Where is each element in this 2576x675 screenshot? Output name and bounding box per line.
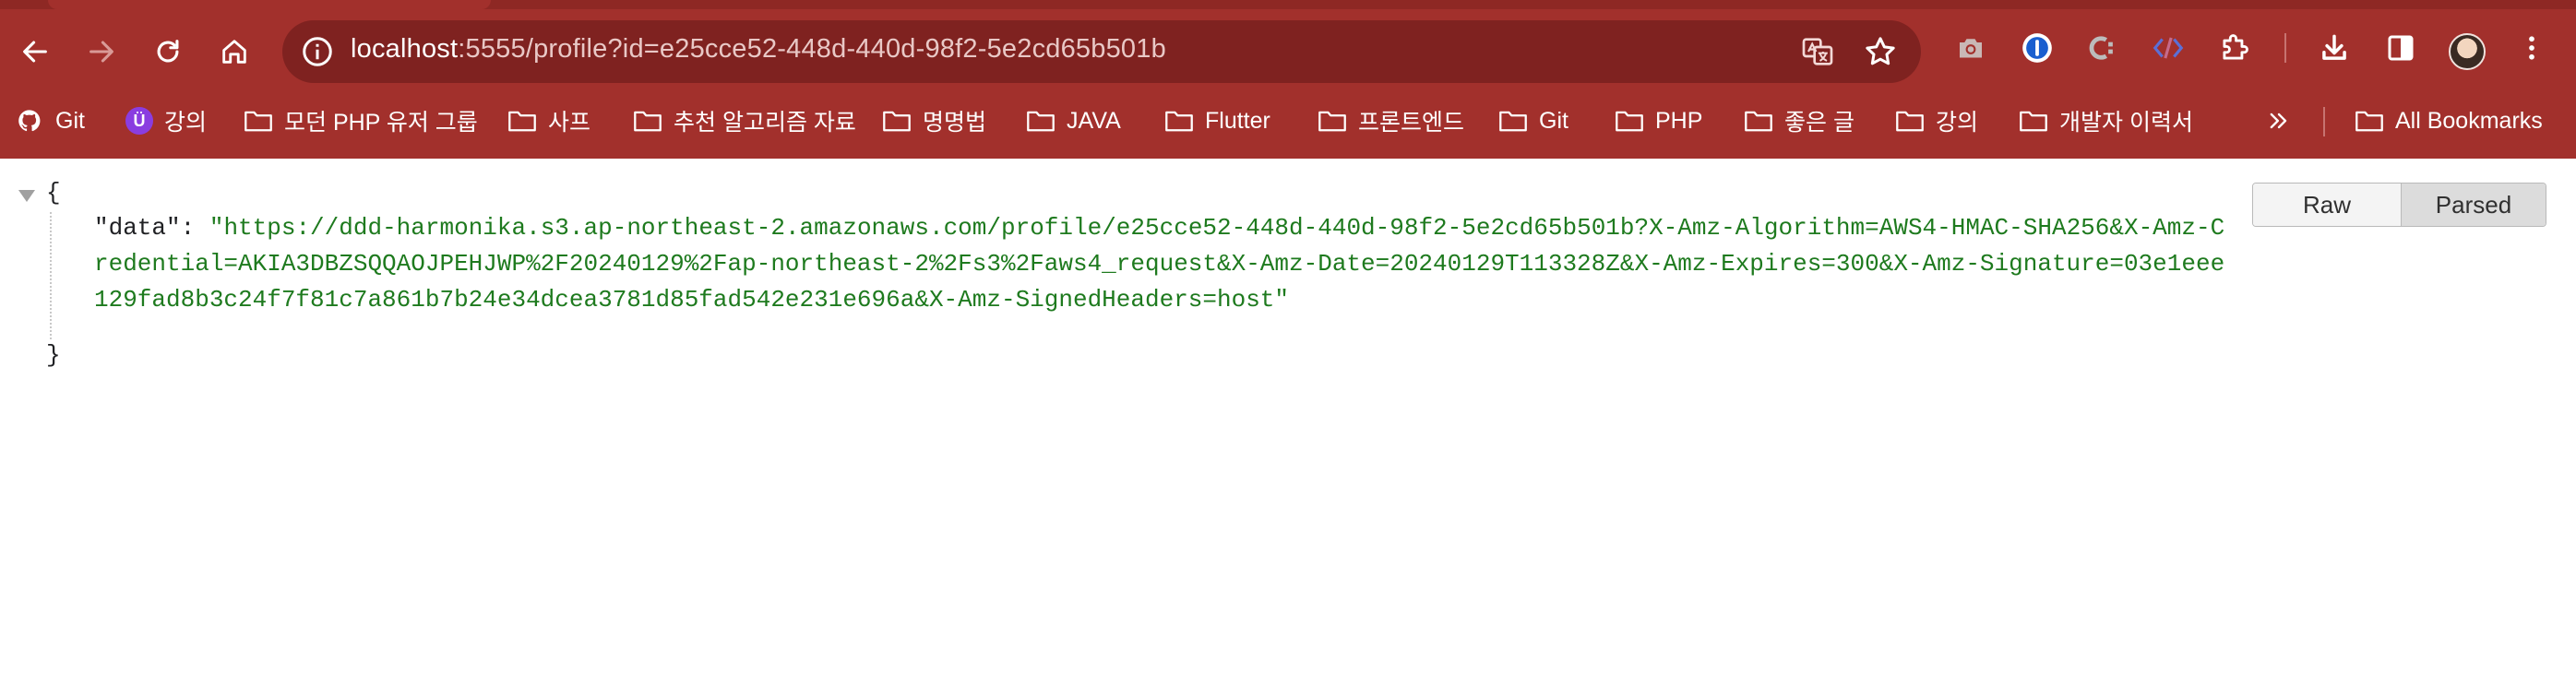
bookmark-label: 모던 PHP 유저 그룹	[284, 110, 478, 136]
bookmark-folder[interactable]: 프론트엔드	[1318, 103, 1464, 138]
folder-icon	[1027, 111, 1055, 132]
forward-button[interactable]	[72, 22, 131, 81]
side-panel-icon	[2388, 35, 2414, 61]
toolbar-divider	[2284, 33, 2286, 63]
extension-c[interactable]	[2081, 28, 2122, 68]
bookmark-label: 좋은 글	[1784, 110, 1854, 136]
bookmark-folder[interactable]: 개발자 이력서	[2019, 103, 2193, 138]
folder-icon	[1499, 111, 1527, 132]
extension-camera[interactable]	[1950, 28, 1991, 68]
back-button[interactable]	[6, 22, 65, 81]
all-bookmarks-label: All Bookmarks	[2395, 107, 2543, 134]
folder-icon	[1165, 111, 1193, 132]
folder-icon	[1745, 111, 1772, 132]
arrow-right-icon	[89, 41, 113, 63]
bookmark-folder[interactable]: 강의	[1895, 103, 1978, 138]
raw-button[interactable]: Raw	[2253, 184, 2402, 226]
parsed-button[interactable]: Parsed	[2402, 184, 2546, 226]
bookmark-star-icon[interactable]	[1862, 33, 1899, 70]
folder-icon	[244, 111, 272, 132]
download-icon	[2322, 34, 2346, 60]
inflearn-icon: Ü	[125, 107, 153, 135]
bookmark-folder[interactable]: 사프	[507, 103, 590, 138]
browser-chrome: localhost:5555/profile?id=e25cce52-448d-…	[0, 0, 2576, 159]
bookmark-folder[interactable]: PHP	[1615, 103, 1702, 138]
json-string-value[interactable]: "https://ddd-harmonika.s3.ap-northeast-2…	[94, 214, 2224, 314]
reload-icon	[157, 40, 179, 63]
chevron-double-right-icon	[2270, 112, 2287, 129]
more-bookmarks-button[interactable]	[2266, 103, 2292, 138]
reload-button[interactable]	[138, 22, 197, 81]
extensions-button[interactable]	[2214, 28, 2255, 68]
raw-parsed-toggle: Raw Parsed	[2252, 183, 2546, 227]
bookmark-folder[interactable]: 추천 알고리즘 자료	[633, 103, 856, 138]
collapse-triangle-icon[interactable]	[18, 190, 35, 202]
extension-code[interactable]	[2148, 28, 2188, 68]
bookmark-label: Flutter	[1205, 107, 1270, 134]
url-text[interactable]: localhost:5555/profile?id=e25cce52-448d-…	[351, 34, 1166, 65]
side-panel-button[interactable]	[2380, 28, 2421, 68]
c-extension-icon	[2089, 36, 2113, 60]
bookmarks-bar: Git Ü 강의 모던 PHP 유저 그룹 사프 추천 알고리즘 자료 명명법 …	[0, 98, 2576, 142]
tab-strip	[0, 0, 2576, 9]
bookmark-label: 사프	[548, 110, 591, 136]
folder-icon	[1318, 111, 1346, 132]
profile-avatar[interactable]	[2449, 33, 2486, 70]
folder-icon	[2020, 111, 2047, 132]
json-colon: :	[180, 214, 209, 242]
bookmark-label: Git	[55, 107, 85, 134]
all-bookmarks-button[interactable]: All Bookmarks	[2355, 103, 2543, 138]
bookmark-label: 강의	[1936, 110, 1979, 136]
kebab-menu-icon	[2529, 36, 2534, 60]
menu-button[interactable]	[2511, 28, 2552, 68]
home-icon	[222, 40, 246, 64]
extension-1password[interactable]	[2017, 28, 2057, 68]
puzzle-icon	[2223, 34, 2248, 60]
camera-icon	[1960, 39, 1982, 58]
url-host: localhost	[351, 34, 459, 64]
json-key: "data"	[94, 214, 181, 242]
url-path: :5555/profile?id=e25cce52-448d-440d-98f2…	[458, 34, 1166, 64]
bookmark-folder[interactable]: 명명법	[882, 103, 986, 138]
json-close-brace: }	[46, 341, 61, 369]
translate-icon[interactable]	[1799, 33, 1836, 70]
folder-icon	[634, 111, 662, 132]
password-manager-icon	[2022, 33, 2052, 63]
bookmark-item[interactable]: Ü 강의	[125, 103, 207, 138]
folder-icon	[2355, 111, 2383, 132]
home-button[interactable]	[205, 22, 264, 81]
page-content: { "data": "https://ddd-harmonika.s3.ap-n…	[0, 159, 2576, 675]
github-icon	[18, 110, 41, 132]
site-info-icon[interactable]	[301, 35, 334, 68]
bookmark-label: 강의	[164, 110, 208, 136]
bookmark-folder[interactable]: Flutter	[1164, 103, 1270, 138]
json-entry: "data": "https://ddd-harmonika.s3.ap-nor…	[94, 210, 2225, 318]
bookmark-item[interactable]: Git	[15, 103, 85, 138]
arrow-left-icon	[23, 41, 47, 63]
bookmark-label: 프론트엔드	[1358, 110, 1465, 136]
bookmark-label: 명명법	[923, 110, 987, 136]
indent-guide	[50, 212, 52, 339]
bookmark-folder[interactable]: Git	[1498, 103, 1568, 138]
downloads-button[interactable]	[2314, 28, 2355, 68]
bookmark-label: 개발자 이력서	[2059, 110, 2193, 136]
bookmark-label: PHP	[1655, 107, 1703, 134]
folder-icon	[508, 111, 536, 132]
bookmark-folder[interactable]: 모던 PHP 유저 그룹	[244, 103, 478, 138]
bookmark-label: Git	[1539, 107, 1568, 134]
bookmark-label: JAVA	[1067, 107, 1121, 134]
folder-icon	[1616, 111, 1643, 132]
bookmark-label: 추천 알고리즘 자료	[674, 110, 856, 136]
bookmarks-divider	[2323, 107, 2325, 136]
json-open-brace: {	[46, 179, 61, 207]
bookmark-folder[interactable]: JAVA	[1026, 103, 1121, 138]
active-tab-edge[interactable]	[48, 0, 491, 9]
address-bar[interactable]: localhost:5555/profile?id=e25cce52-448d-…	[282, 20, 1921, 83]
bookmark-folder[interactable]: 좋은 글	[1744, 103, 1854, 138]
folder-icon	[1896, 111, 1924, 132]
folder-icon	[883, 111, 911, 132]
code-brackets-icon	[2153, 37, 2184, 59]
